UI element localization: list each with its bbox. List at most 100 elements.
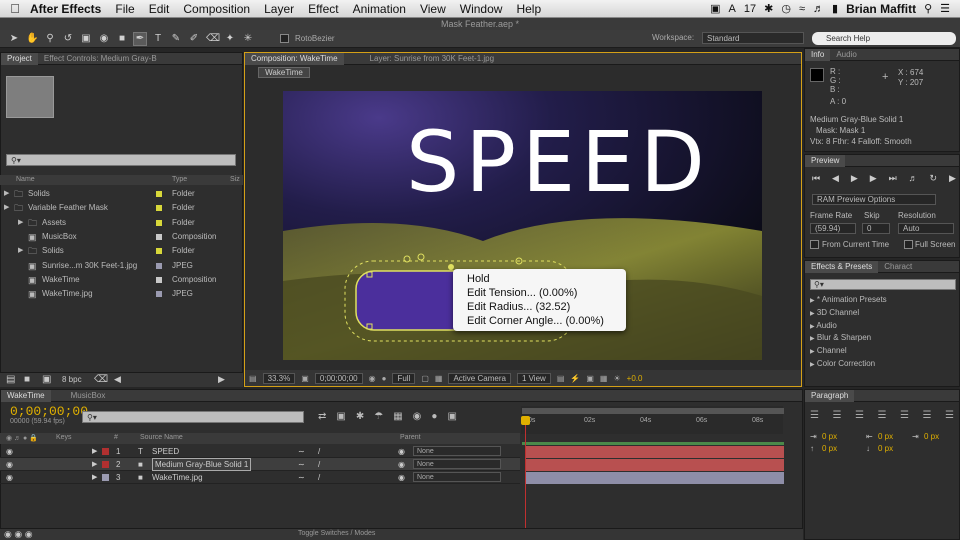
col-name[interactable]: Name	[16, 176, 35, 183]
menu-help[interactable]: Help	[516, 2, 541, 16]
wifi-icon[interactable]: ≈	[799, 3, 805, 15]
shy-icon[interactable]: ☂	[374, 411, 383, 422]
layer-name[interactable]: SPEED	[152, 445, 179, 458]
first-frame-icon[interactable]: ⏮	[812, 173, 820, 185]
scroll-left-icon[interactable]: ◀	[114, 374, 121, 385]
align-left-icon[interactable]: ☰	[810, 410, 819, 421]
frame-rate-select[interactable]: (59.94)	[810, 223, 856, 234]
justify-right-icon[interactable]: ☰	[923, 410, 932, 421]
layer-name[interactable]: Medium Gray-Blue Solid 1	[152, 458, 252, 471]
full-screen-checkbox[interactable]	[904, 240, 913, 249]
bluetooth-icon[interactable]: ✱	[764, 2, 773, 15]
menu-item-edit-corner-angle[interactable]: Edit Corner Angle... (0.00%)	[453, 314, 626, 328]
safe-zones-icon[interactable]: ▣	[301, 374, 309, 383]
adobe-icon[interactable]: A	[729, 3, 736, 15]
zoom-tool-icon[interactable]: ⚲	[44, 33, 56, 45]
menu-view[interactable]: View	[420, 2, 446, 16]
selection-tool-icon[interactable]: ➤	[8, 33, 20, 45]
project-item[interactable]: ▶ 🗀 Solids Folder	[0, 244, 243, 258]
label-color-swatch[interactable]	[156, 276, 162, 283]
timeline-timecode[interactable]: 0;00;00;00	[10, 404, 88, 419]
col-source-name[interactable]: Source Name	[140, 434, 183, 441]
camera-select[interactable]: Active Camera	[448, 372, 511, 384]
pickwhip-icon[interactable]: ◉	[398, 458, 405, 471]
resolution-select[interactable]: Full	[392, 372, 416, 384]
roi-icon[interactable]: ▢	[421, 374, 429, 383]
eye-icon[interactable]: ◉	[6, 458, 13, 471]
apple-icon[interactable]: 	[0, 1, 30, 16]
disclosure-triangle-icon[interactable]: ▶	[810, 324, 815, 330]
rotobezier-checkbox[interactable]	[280, 34, 289, 43]
layer-label-color[interactable]	[102, 448, 109, 455]
project-item[interactable]: ▶ 🗀 Variable Feather Mask Folder	[0, 201, 243, 215]
menu-item-edit-tension[interactable]: Edit Tension... (0.00%)	[453, 286, 626, 300]
brush-tool-icon[interactable]: ✎	[170, 33, 182, 45]
new-folder-icon[interactable]: ■	[24, 374, 30, 385]
camera-tool-icon[interactable]: ▣	[80, 33, 92, 45]
effects-search-input[interactable]: ⚲▾	[810, 279, 956, 290]
layer-duration-bar[interactable]	[526, 459, 784, 471]
effects-category[interactable]: ▶ Color Correction	[810, 359, 875, 368]
layer-label-color[interactable]	[102, 461, 109, 468]
quality-switch-icon[interactable]: /	[318, 445, 320, 458]
live-update-icon[interactable]: ▣	[336, 411, 345, 422]
tab-layer[interactable]: Layer: Sunrise from 30K Feet-1.jpg	[364, 53, 501, 65]
col-parent[interactable]: Parent	[400, 434, 421, 441]
search-help-input[interactable]: Search Help	[812, 32, 956, 45]
menu-window[interactable]: Window	[460, 2, 503, 16]
prev-frame-icon[interactable]: ◀	[832, 173, 839, 185]
effects-category[interactable]: ▶ 3D Channel	[810, 308, 859, 317]
label-color-swatch[interactable]	[156, 291, 162, 298]
next-frame-icon[interactable]: ▶	[870, 173, 877, 185]
label-color-swatch[interactable]	[156, 233, 162, 240]
skip-field[interactable]: 0	[862, 223, 890, 234]
project-item[interactable]: ▶ 🗀 Assets Folder	[0, 216, 243, 230]
disclosure-triangle-icon[interactable]: ▶	[18, 216, 23, 230]
effects-category[interactable]: ▶ Channel	[810, 346, 847, 355]
trash-icon[interactable]: ⌫	[94, 374, 108, 385]
project-item[interactable]: ▣ WakeTime Composition	[0, 273, 243, 287]
rotate-tool-icon[interactable]: ↺	[62, 33, 74, 45]
tab-effect-controls[interactable]: Effect Controls: Medium Gray-B	[38, 53, 163, 65]
indent-left-value[interactable]: 0 px	[822, 432, 837, 441]
project-item[interactable]: ▣ WakeTime.jpg JPEG	[0, 287, 243, 301]
transparency-grid-icon[interactable]: ▦	[435, 374, 443, 383]
tab-effects-presets[interactable]: Effects & Presets	[805, 260, 879, 273]
pan-behind-tool-icon[interactable]: ◉	[98, 33, 110, 45]
toggle-pixel-icon[interactable]: ▤	[557, 374, 565, 383]
menu-item-edit-radius[interactable]: Edit Radius... (32.52)	[453, 300, 626, 314]
app-menu[interactable]: After Effects	[30, 2, 101, 16]
pickwhip-icon[interactable]: ◉	[398, 445, 405, 458]
interpret-footage-icon[interactable]: ▤	[6, 374, 15, 385]
ram-preview-options-select[interactable]: RAM Preview Options	[812, 194, 936, 205]
camera-icon[interactable]: ▣	[710, 2, 720, 15]
disclosure-triangle-icon[interactable]: ▶	[4, 201, 9, 215]
parent-select[interactable]: None	[413, 459, 501, 469]
label-color-swatch[interactable]	[156, 248, 162, 255]
layer-label-color[interactable]	[102, 474, 109, 481]
shy-switch-icon[interactable]: ∼	[298, 458, 305, 471]
channel-icon[interactable]: ●	[382, 374, 387, 383]
disclosure-triangle-icon[interactable]: ▶	[810, 311, 815, 317]
view-layout-select[interactable]: 1 View	[516, 372, 551, 384]
parent-select[interactable]: None	[413, 446, 501, 456]
menu-composition[interactable]: Composition	[183, 2, 250, 16]
col-keys[interactable]: Keys	[56, 434, 72, 441]
pen-tool-icon[interactable]: ✒	[133, 31, 147, 46]
time-navigator[interactable]	[522, 408, 784, 414]
project-search-input[interactable]: ⚲▾	[6, 154, 236, 166]
menu-effect[interactable]: Effect	[308, 2, 338, 16]
clone-tool-icon[interactable]: ✐	[188, 33, 200, 45]
toggle-switches-modes[interactable]: Toggle Switches / Modes	[298, 530, 375, 537]
disclosure-triangle-icon[interactable]: ▶	[810, 336, 815, 342]
from-current-checkbox[interactable]	[810, 240, 819, 249]
puppet-tool-icon[interactable]: ✳	[242, 33, 254, 45]
exposure-value[interactable]: +0.0	[627, 374, 643, 383]
menu-item-hold[interactable]: Hold	[453, 272, 626, 286]
project-item[interactable]: ▣ MusicBox Composition	[0, 230, 243, 244]
frame-blending-icon[interactable]: ▦	[393, 411, 402, 422]
parent-select[interactable]: None	[413, 472, 501, 482]
motion-blur-icon[interactable]: ◉	[413, 411, 422, 422]
clock-icon[interactable]: ◷	[781, 2, 791, 15]
pickwhip-icon[interactable]: ◉	[398, 471, 405, 484]
